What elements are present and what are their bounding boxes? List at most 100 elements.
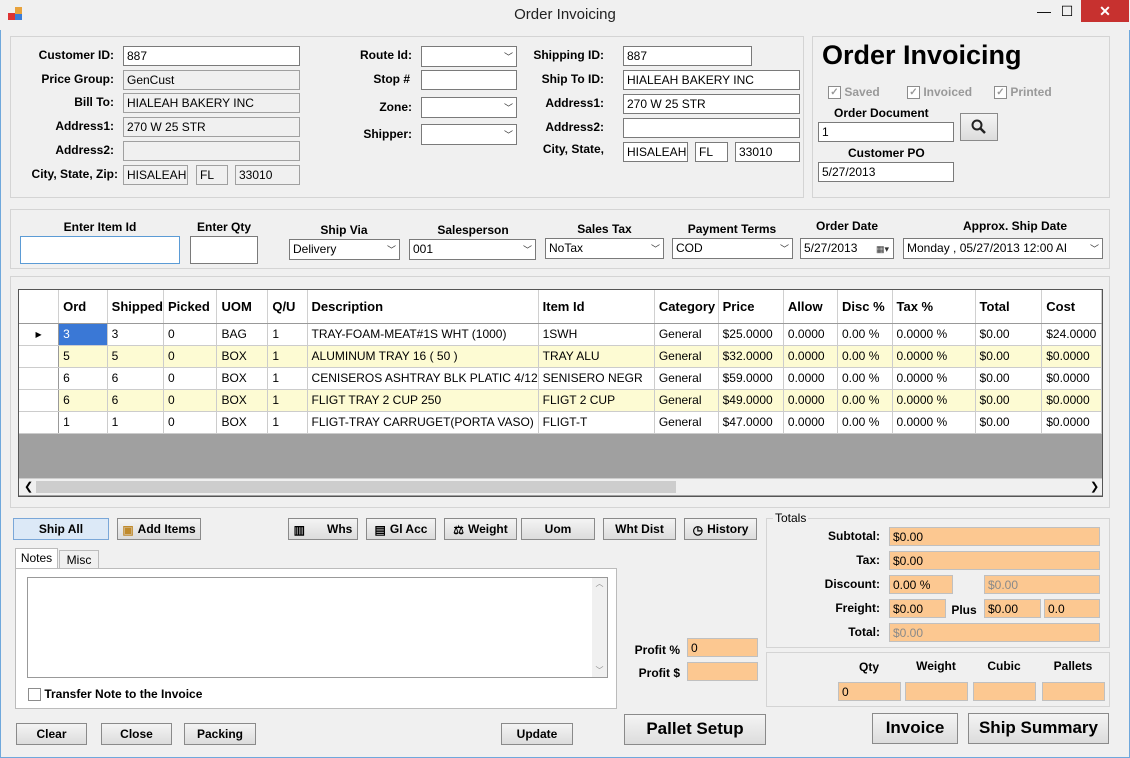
table-cell[interactable]: $0.0000	[1041, 367, 1102, 390]
table-cell[interactable]: 0.0000 %	[892, 323, 976, 346]
table-cell[interactable]: BAG	[216, 323, 269, 346]
scroll-left-icon[interactable]: ❮	[24, 480, 33, 493]
scroll-right-icon[interactable]: ❯	[1090, 480, 1099, 493]
table-cell[interactable]: FLIGT-TRAY CARRUGET(PORTA VASO)	[307, 411, 539, 434]
transfer-note-checkbox[interactable]: ✓ Transfer Note to the Invoice	[28, 687, 202, 702]
customer-id-input[interactable]: 887	[123, 46, 300, 66]
qty-input[interactable]	[190, 236, 258, 264]
route-id-select[interactable]: ﹀	[421, 46, 517, 67]
column-header[interactable]: Total	[975, 290, 1043, 324]
table-cell[interactable]: 0.0000 %	[892, 345, 976, 368]
table-cell[interactable]: FLIGT 2 CUP	[538, 389, 655, 412]
table-cell[interactable]: 3	[58, 323, 108, 346]
row-header[interactable]	[19, 345, 60, 368]
column-header[interactable]: Picked	[163, 290, 218, 324]
table-cell[interactable]: 0.0000	[783, 411, 839, 434]
table-cell[interactable]: 0.0000 %	[892, 411, 976, 434]
ship-via-select[interactable]: Delivery ﹀	[289, 239, 400, 260]
table-cell[interactable]: $32.0000	[718, 345, 784, 368]
wht-dist-button[interactable]: Wht Dist	[603, 518, 676, 540]
table-cell[interactable]: 0.0000 %	[892, 367, 976, 390]
notes-textarea[interactable]	[27, 577, 608, 678]
table-cell[interactable]: 1	[267, 389, 308, 412]
table-cell[interactable]: 0.0000	[783, 345, 839, 368]
table-cell[interactable]: BOX	[216, 367, 269, 390]
table-cell[interactable]: 0	[163, 367, 218, 390]
table-row[interactable]: ▶ 3 3 0 BAG 1 TRAY-FOAM-MEAT#1S WHT (1000) 1SWH…	[19, 323, 1102, 346]
table-cell[interactable]: $0.0000	[1041, 411, 1102, 434]
table-cell[interactable]: 5	[58, 345, 108, 368]
table-cell[interactable]: General	[654, 367, 719, 390]
whs-button[interactable]: ▥ Whs	[288, 518, 358, 540]
table-cell[interactable]: 0.00 %	[837, 345, 893, 368]
table-cell[interactable]: 6	[58, 389, 108, 412]
table-cell[interactable]: General	[654, 345, 719, 368]
table-cell[interactable]: $0.00	[975, 323, 1043, 346]
table-cell[interactable]: SENISERO NEGR	[538, 367, 655, 390]
ship-all-button[interactable]: Ship All	[13, 518, 109, 540]
column-header[interactable]: Shipped	[107, 290, 164, 324]
column-header[interactable]: Item Id	[538, 290, 655, 324]
table-cell[interactable]: 5	[107, 345, 164, 368]
row-header[interactable]	[19, 389, 60, 412]
search-button[interactable]	[960, 113, 998, 141]
salesperson-select[interactable]: 001 ﹀	[409, 239, 536, 260]
ship-city-input[interactable]: HISALEAH	[623, 142, 688, 162]
order-document-input[interactable]: 1	[818, 122, 954, 142]
table-cell[interactable]: 0	[163, 389, 218, 412]
table-cell[interactable]: 0.0000 %	[892, 389, 976, 412]
table-cell[interactable]: 1	[107, 411, 164, 434]
table-cell[interactable]: BOX	[216, 345, 269, 368]
column-header[interactable]: Q/U	[267, 290, 308, 324]
table-cell[interactable]: 1	[267, 367, 308, 390]
notes-scrollbar[interactable]: ︿ ﹀	[592, 578, 607, 677]
table-cell[interactable]: $0.0000	[1041, 389, 1102, 412]
zone-select[interactable]: ﹀	[421, 97, 517, 118]
weight-button[interactable]: ⚖ Weight	[444, 518, 517, 540]
item-id-input[interactable]	[20, 236, 180, 264]
payment-terms-select[interactable]: COD ﹀	[672, 238, 793, 259]
packing-button[interactable]: Packing	[184, 723, 256, 745]
table-cell[interactable]: FLIGT TRAY 2 CUP 250	[307, 389, 539, 412]
ship-zip-input[interactable]: 33010	[735, 142, 800, 162]
table-cell[interactable]: General	[654, 411, 719, 434]
uom-button[interactable]: Uom	[521, 518, 595, 540]
table-cell[interactable]: 0.0000	[783, 389, 839, 412]
history-button[interactable]: ◷ History	[684, 518, 757, 540]
table-cell[interactable]: 1	[58, 411, 108, 434]
order-date-picker[interactable]: 5/27/2013 ▦▾	[800, 238, 894, 259]
table-row[interactable]: 1 1 0 BOX 1 FLIGT-TRAY CARRUGET(PORTA VASO) FL…	[19, 411, 1102, 434]
stop-input[interactable]	[421, 70, 517, 90]
table-row[interactable]: 5 5 0 BOX 1 ALUMINUM TRAY 16 ( 50 ) TRAY ALU Ge…	[19, 345, 1102, 368]
invoice-button[interactable]: Invoice	[872, 713, 958, 744]
pallet-setup-button[interactable]: Pallet Setup	[624, 714, 766, 745]
table-cell[interactable]: 0	[163, 323, 218, 346]
column-header[interactable]: Ord	[58, 290, 108, 324]
tab-notes[interactable]: Notes	[15, 548, 58, 569]
gl-acc-button[interactable]: ▤ Gl Acc	[366, 518, 436, 540]
table-cell[interactable]: $0.00	[975, 367, 1043, 390]
table-cell[interactable]: BOX	[216, 389, 269, 412]
ship-address2-input[interactable]	[623, 118, 800, 138]
column-header[interactable]: Tax %	[892, 290, 976, 324]
column-header[interactable]: UOM	[216, 290, 269, 324]
table-cell[interactable]: 6	[107, 389, 164, 412]
add-items-button[interactable]: ▣ Add Items	[117, 518, 201, 540]
table-cell[interactable]: $0.00	[975, 411, 1043, 434]
table-cell[interactable]: 0.00 %	[837, 367, 893, 390]
column-header[interactable]: Cost	[1041, 290, 1102, 324]
customer-po-input[interactable]: 5/27/2013	[818, 162, 954, 182]
table-cell[interactable]: 0.00 %	[837, 411, 893, 434]
table-cell[interactable]: $0.0000	[1041, 345, 1102, 368]
table-cell[interactable]: 1	[267, 323, 308, 346]
shipping-id-input[interactable]: 887	[623, 46, 752, 66]
table-cell[interactable]: TRAY ALU	[538, 345, 655, 368]
table-cell[interactable]: 1	[267, 345, 308, 368]
table-cell[interactable]: ALUMINUM TRAY 16 ( 50 )	[307, 345, 539, 368]
column-header[interactable]: Price	[718, 290, 784, 324]
row-header[interactable]	[19, 411, 60, 434]
column-header[interactable]: Allow	[783, 290, 839, 324]
table-cell[interactable]: 0.00 %	[837, 323, 893, 346]
table-cell[interactable]: FLIGT-T	[538, 411, 655, 434]
table-cell[interactable]: $59.0000	[718, 367, 784, 390]
